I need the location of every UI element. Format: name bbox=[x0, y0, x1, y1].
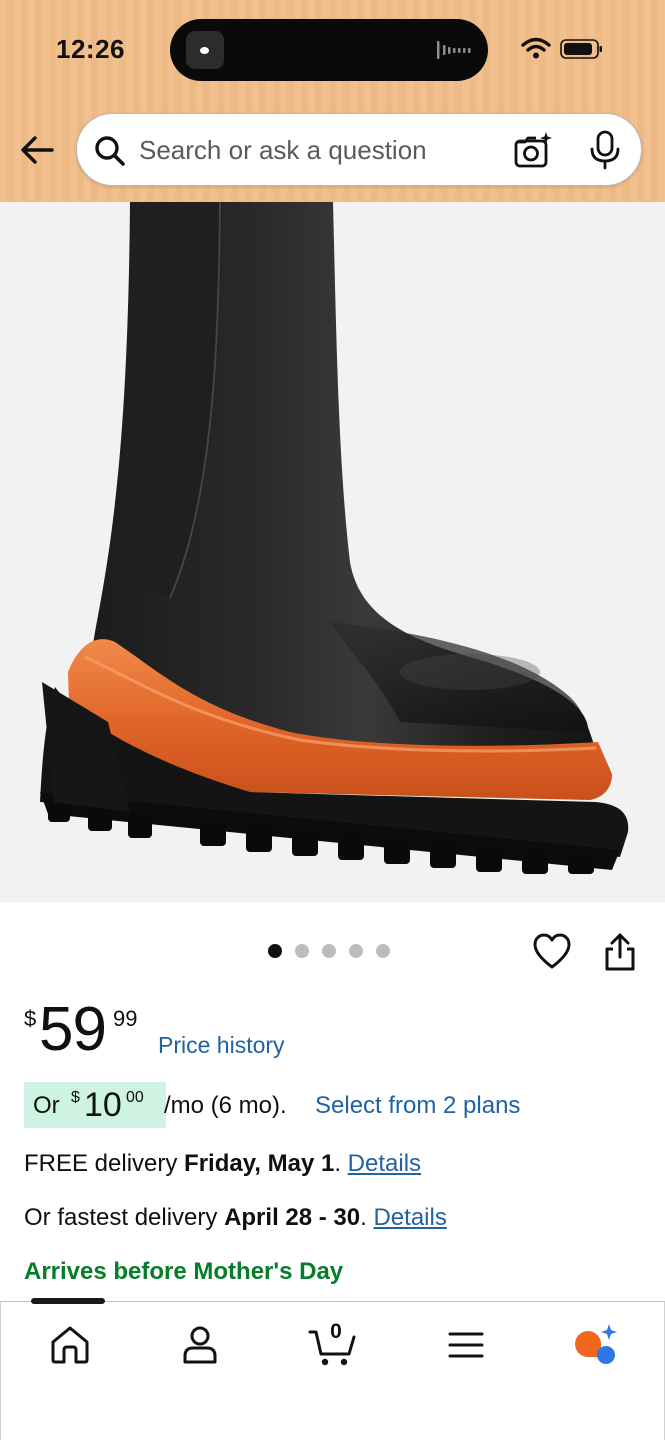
bottom-navigation: 0 bbox=[0, 1298, 665, 1440]
dynamic-island bbox=[170, 19, 488, 81]
select-plans-link[interactable]: Select from 2 plans bbox=[315, 1092, 520, 1120]
search-bar[interactable] bbox=[76, 113, 642, 186]
live-activity-app-icon bbox=[186, 31, 224, 69]
heart-icon[interactable] bbox=[532, 932, 572, 972]
fastest-delivery-date: April 28 - 30 bbox=[224, 1204, 361, 1231]
status-icons bbox=[521, 37, 602, 59]
cart-count-badge: 0 bbox=[330, 1320, 342, 1343]
status-time: 12:26 bbox=[56, 34, 125, 64]
installment-fraction: 00 bbox=[126, 1089, 144, 1106]
back-arrow-icon[interactable] bbox=[18, 130, 58, 170]
installment-whole: 10 bbox=[84, 1086, 122, 1124]
camera-lens-icon[interactable] bbox=[513, 130, 553, 170]
free-delivery-prefix: FREE delivery bbox=[24, 1150, 185, 1177]
free-delivery-details-link[interactable]: Details bbox=[348, 1150, 421, 1177]
menu-icon[interactable] bbox=[441, 1320, 491, 1370]
wifi-icon bbox=[521, 37, 551, 59]
product-image[interactable] bbox=[0, 202, 665, 902]
carousel-dot-4[interactable] bbox=[349, 944, 363, 958]
search-icon bbox=[95, 136, 125, 166]
fastest-delivery-line: Or fastest delivery April 28 - 30. Detai… bbox=[24, 1204, 447, 1232]
free-delivery-suffix: . bbox=[334, 1150, 348, 1177]
installment-price-badge: Or $ 10 00 bbox=[24, 1082, 166, 1128]
account-icon[interactable] bbox=[175, 1320, 225, 1370]
installment-term: /mo (6 mo). bbox=[164, 1092, 287, 1119]
free-delivery-date: Friday, May 1 bbox=[184, 1150, 335, 1177]
rufus-ai-icon[interactable] bbox=[571, 1320, 621, 1370]
arrival-promise: Arrives before Mother's Day bbox=[24, 1258, 344, 1285]
carousel-dot-5[interactable] bbox=[376, 944, 390, 958]
price-fraction: 99 bbox=[113, 1006, 138, 1031]
app-header: 12:26 bbox=[0, 0, 665, 202]
fastest-delivery-prefix: Or fastest delivery bbox=[24, 1204, 225, 1231]
battery-icon bbox=[560, 39, 602, 59]
chelsea-boot-image bbox=[40, 202, 629, 874]
installment-prefix: Or bbox=[33, 1092, 60, 1119]
price-history-link[interactable]: Price history bbox=[158, 1032, 285, 1059]
active-tab-indicator bbox=[31, 1298, 105, 1304]
search-input[interactable] bbox=[139, 130, 499, 170]
fastest-delivery-suffix: . bbox=[360, 1204, 374, 1231]
installment-offer: Or $ 10 00 /mo (6 mo). Select from 2 pla… bbox=[24, 1082, 664, 1128]
microphone-icon[interactable] bbox=[587, 130, 623, 170]
installment-currency: $ bbox=[71, 1089, 80, 1106]
fastest-delivery-details-link[interactable]: Details bbox=[373, 1204, 446, 1231]
free-delivery-line: FREE delivery Friday, May 1. Details bbox=[24, 1150, 421, 1178]
price-whole: 59 bbox=[39, 995, 107, 1064]
price-currency: $ bbox=[24, 1006, 37, 1031]
carousel-dot-2[interactable] bbox=[295, 944, 309, 958]
carousel-dot-1[interactable] bbox=[268, 944, 282, 958]
audio-waveform-icon bbox=[437, 41, 471, 59]
share-icon[interactable] bbox=[602, 932, 638, 972]
home-icon[interactable] bbox=[45, 1320, 95, 1370]
carousel-dot-3[interactable] bbox=[322, 944, 336, 958]
image-carousel-dots[interactable] bbox=[268, 944, 390, 962]
